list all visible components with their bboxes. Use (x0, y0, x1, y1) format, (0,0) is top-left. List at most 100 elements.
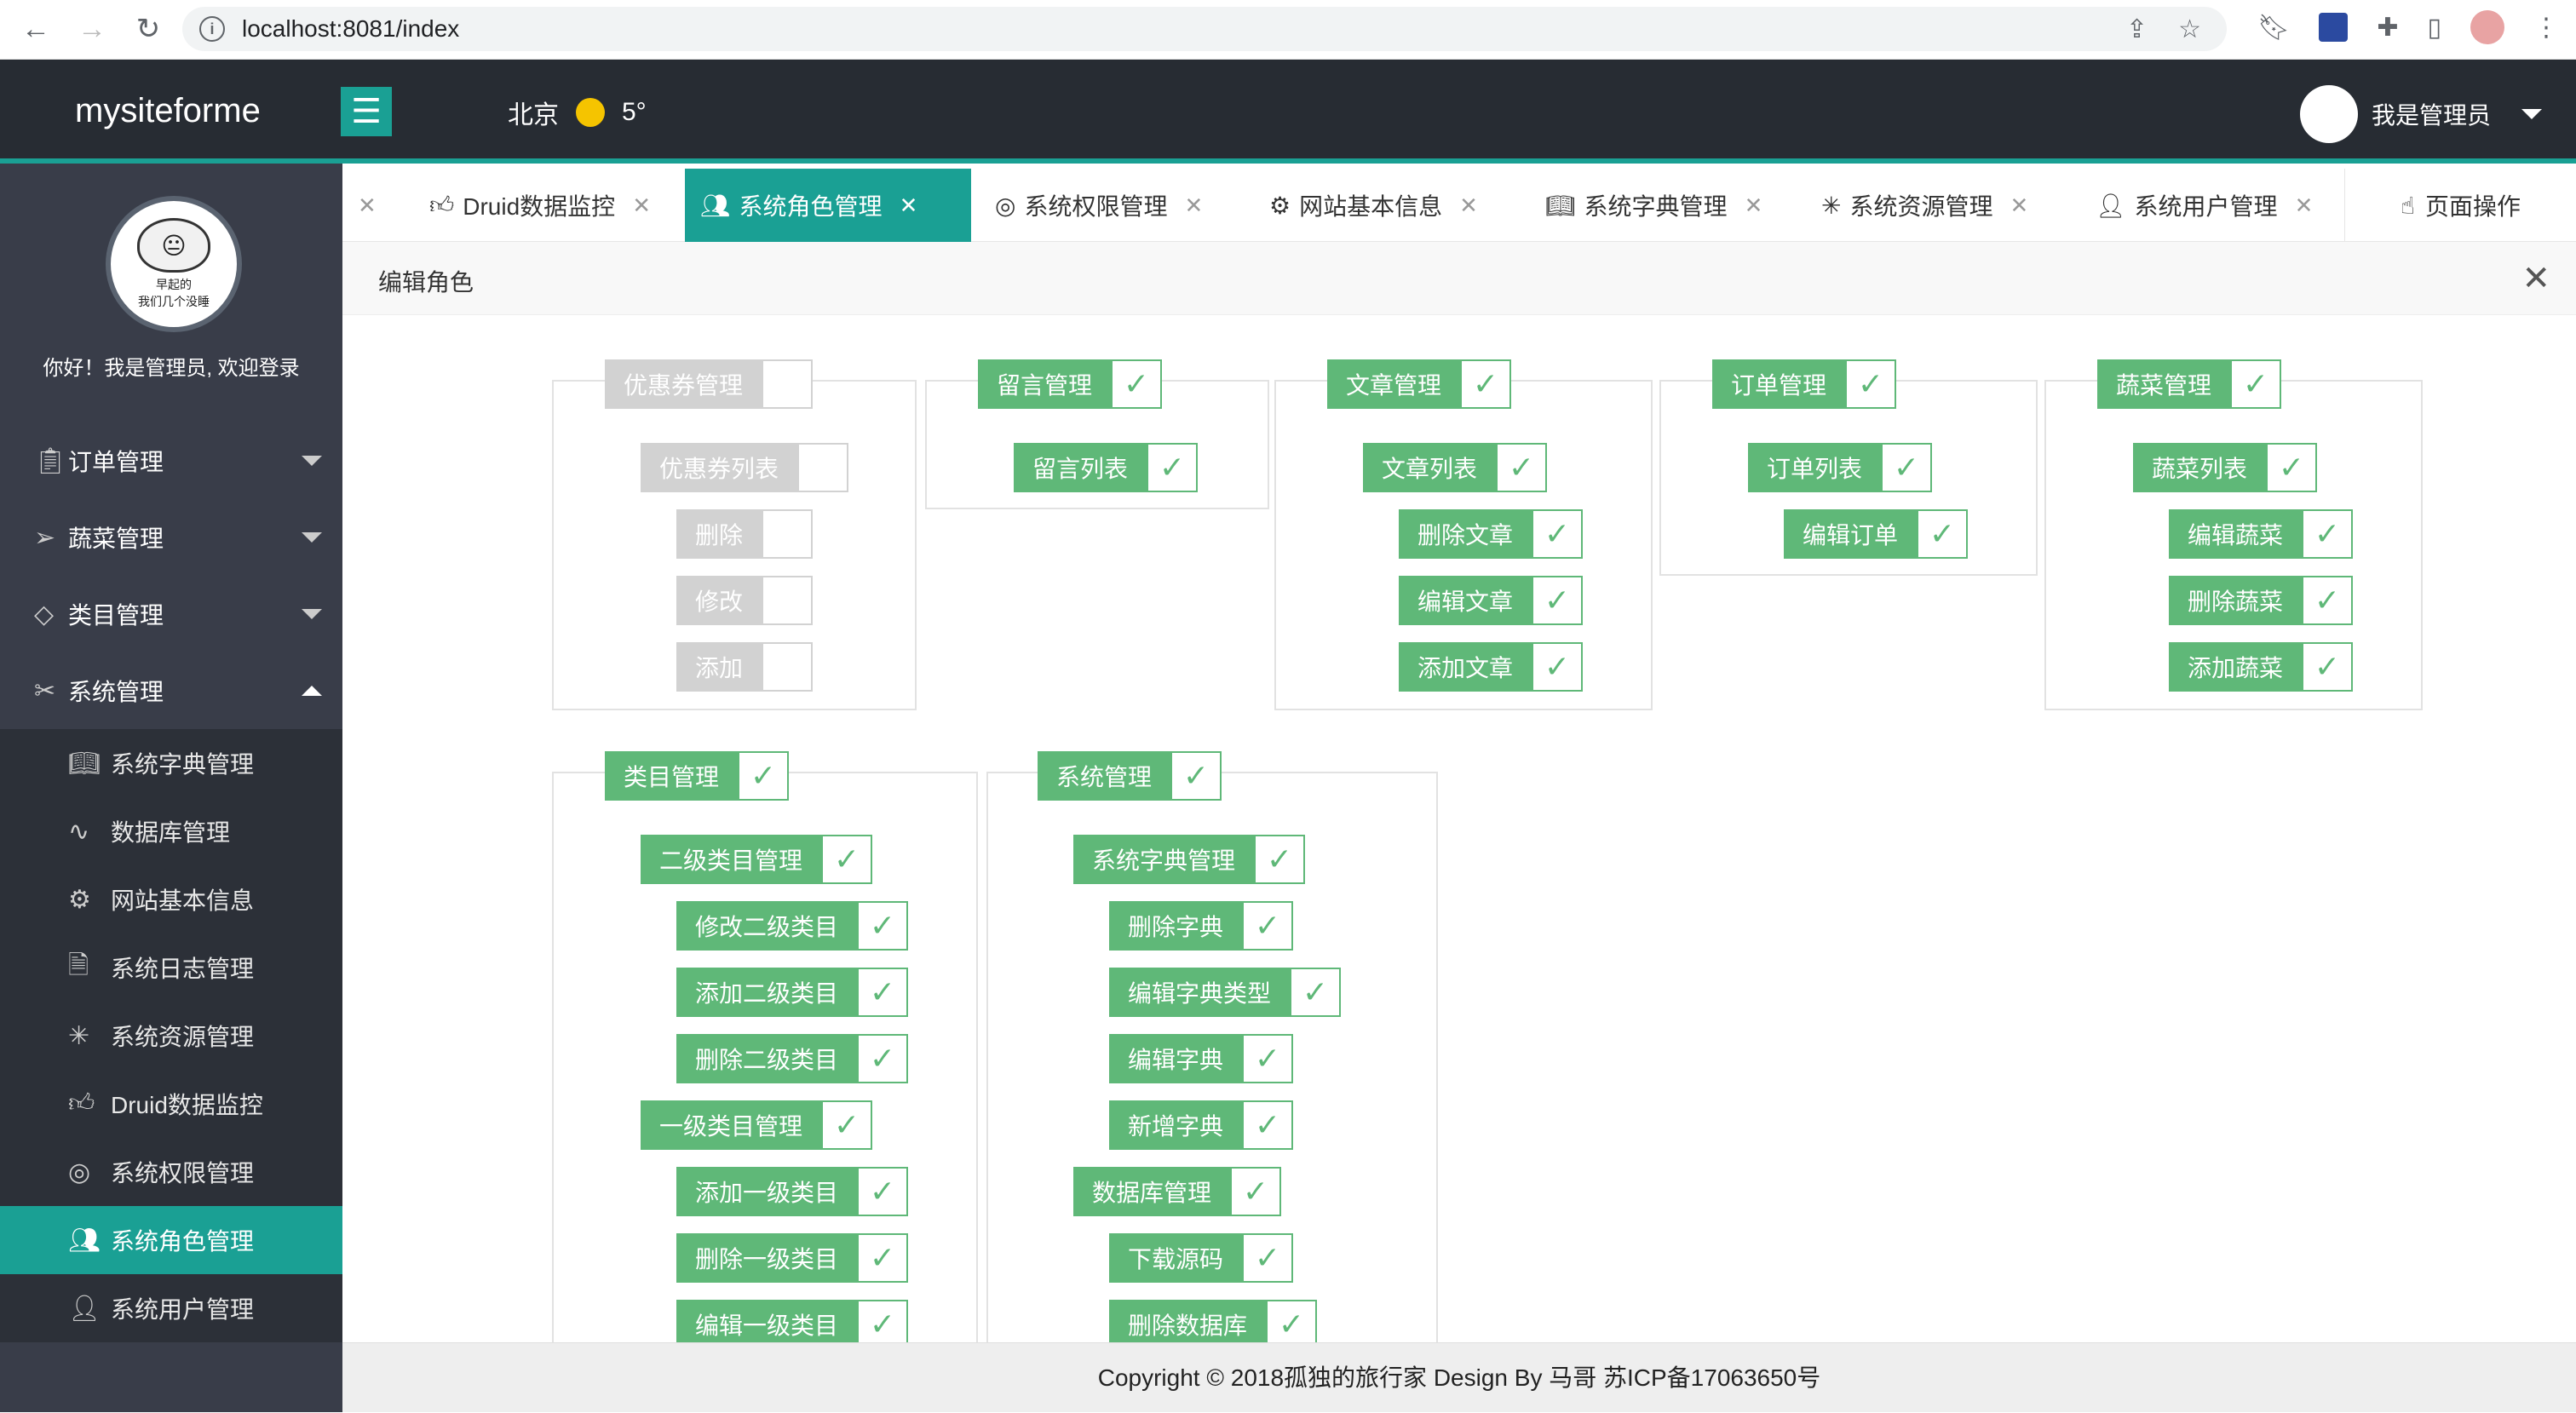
sidebar-item-database[interactable]: ∿ 数据库管理 (0, 797, 342, 865)
checkbox-box[interactable]: ✓ (857, 1233, 909, 1283)
checkbox-box[interactable]: ✓ (857, 1300, 909, 1342)
checkbox-article-delete[interactable]: 删除文章 ✓ (1399, 509, 1584, 559)
close-icon[interactable]: ✕ (358, 192, 377, 219)
bookmark-icon[interactable]: 🔖︎ (2257, 13, 2290, 43)
tab-dictionary[interactable]: 📖︎ 系统字典管理 ✕ (1530, 169, 1778, 242)
sidebar-item-dictionary[interactable]: 📖︎ 系统字典管理 (0, 729, 342, 797)
close-icon[interactable]: ✕ (1459, 192, 1478, 219)
checkbox-box[interactable]: ✓ (762, 509, 814, 559)
checkbox-dict-manage[interactable]: 系统字典管理 ✓ (1073, 835, 1306, 884)
checkbox-coupon-add[interactable]: 添加✓ (676, 642, 814, 692)
checkbox-coupon-delete[interactable]: 删除✓ (676, 509, 814, 559)
sidebar-item-users[interactable]: 👤︎ 系统用户管理 (0, 1274, 342, 1342)
checkbox-box[interactable]: ✓ (1532, 576, 1584, 625)
checkbox-box[interactable]: ✓ (762, 642, 814, 692)
checkbox-box[interactable]: ✓ (1242, 1100, 1294, 1150)
checkbox-box[interactable]: ✓ (1532, 509, 1584, 559)
checkbox-box[interactable]: ✓ (2302, 509, 2354, 559)
checkbox-box[interactable]: ✓ (857, 901, 909, 951)
checkbox-box[interactable]: ✓ (2302, 576, 2354, 625)
checkbox-box[interactable]: ✓ (797, 443, 849, 492)
checkbox-l2-category-edit[interactable]: 修改二级类目 ✓ (676, 901, 909, 951)
profile-avatar[interactable] (2470, 10, 2504, 44)
checkbox-order-manage[interactable]: 订单管理 ✓ (1712, 359, 1897, 409)
sidebar-item-resources[interactable]: ✳ 系统资源管理 (0, 1002, 342, 1070)
checkbox-box[interactable]: ✓ (1147, 443, 1199, 492)
checkbox-box[interactable]: ✓ (1881, 443, 1933, 492)
checkbox-dict-type-edit[interactable]: 编辑字典类型 ✓ (1109, 968, 1342, 1017)
checkbox-l1-category-manage[interactable]: 一级类目管理 ✓ (641, 1100, 873, 1150)
sidebar-item-roles[interactable]: 👥︎ 系统角色管理 (0, 1206, 342, 1274)
sidebar-item-permissions[interactable]: ◎ 系统权限管理 (0, 1138, 342, 1206)
checkbox-l2-category-add[interactable]: 添加二级类目 ✓ (676, 968, 909, 1017)
checkbox-box[interactable]: ✓ (857, 1167, 909, 1216)
sidebar-item-system[interactable]: ✂ 系统管理 (0, 652, 342, 729)
close-icon[interactable]: ✕ (2521, 259, 2550, 298)
back-icon[interactable]: ← (12, 5, 60, 53)
checkbox-article-add[interactable]: 添加文章 ✓ (1399, 642, 1584, 692)
checkbox-box[interactable]: ✓ (1242, 1233, 1294, 1283)
checkbox-category-manage[interactable]: 类目管理 ✓ (605, 751, 790, 801)
checkbox-box[interactable]: ✓ (1532, 642, 1584, 692)
checkbox-box[interactable]: ✓ (1170, 751, 1222, 801)
checkbox-box[interactable]: ✓ (1254, 835, 1306, 884)
close-icon[interactable]: ✕ (2295, 192, 2314, 219)
checkbox-box[interactable]: ✓ (1230, 1167, 1282, 1216)
checkbox-box[interactable]: ✓ (1845, 359, 1897, 409)
checkbox-box[interactable]: ✓ (1111, 359, 1163, 409)
sidebar-item-druid[interactable]: 👍︎ Druid数据监控 (0, 1070, 342, 1138)
checkbox-dict-add[interactable]: 新增字典 ✓ (1109, 1100, 1294, 1150)
checkbox-box[interactable]: ✓ (1290, 968, 1342, 1017)
tab-roles[interactable]: 👥︎ 系统角色管理 ✕ (685, 169, 971, 242)
sidepanel-icon[interactable]: ▯ (2427, 13, 2441, 43)
page-operations-button[interactable]: ☝ 页面操作 (2344, 169, 2576, 242)
checkbox-coupon-manage[interactable]: 优惠券管理✓ (605, 359, 814, 409)
checkbox-box[interactable]: ✓ (738, 751, 790, 801)
checkbox-article-list[interactable]: 文章列表 ✓ (1363, 443, 1548, 492)
checkbox-coupon-edit[interactable]: 修改✓ (676, 576, 814, 625)
share-icon[interactable]: ⇪ (2126, 14, 2148, 44)
checkbox-box[interactable]: ✓ (821, 835, 873, 884)
tab-resources[interactable]: ✳ 系统资源管理 ✕ (1806, 169, 2044, 242)
checkbox-box[interactable]: ✓ (1917, 509, 1969, 559)
checkbox-l1-category-delete[interactable]: 删除一级类目 ✓ (676, 1233, 909, 1283)
checkbox-veg-manage[interactable]: 蔬菜管理 ✓ (2097, 359, 2282, 409)
info-icon[interactable]: i (199, 16, 225, 42)
tab-druid[interactable]: 👍︎ Druid数据监控 ✕ (414, 169, 666, 242)
checkbox-box[interactable]: ✓ (857, 1034, 909, 1083)
checkbox-download-source[interactable]: 下载源码 ✓ (1109, 1233, 1294, 1283)
checkbox-l1-category-add[interactable]: 添加一级类目 ✓ (676, 1167, 909, 1216)
checkbox-order-edit[interactable]: 编辑订单 ✓ (1784, 509, 1969, 559)
checkbox-l2-category-manage[interactable]: 二级类目管理 ✓ (641, 835, 873, 884)
checkbox-article-edit[interactable]: 编辑文章 ✓ (1399, 576, 1584, 625)
close-icon[interactable]: ✕ (900, 192, 918, 219)
checkbox-box[interactable]: ✓ (1242, 901, 1294, 951)
checkbox-box[interactable]: ✓ (1460, 359, 1512, 409)
checkbox-box[interactable]: ✓ (821, 1100, 873, 1150)
admin-menu[interactable]: 😐 我是管理员 (2299, 85, 2542, 143)
tab-users[interactable]: 👤︎ 系统用户管理 ✕ (2080, 169, 2328, 242)
close-icon[interactable]: ✕ (632, 192, 651, 219)
puzzle-icon[interactable]: ✚ (2377, 13, 2398, 43)
checkbox-coupon-list[interactable]: 优惠券列表✓ (641, 443, 849, 492)
checkbox-veg-edit[interactable]: 编辑蔬菜 ✓ (2169, 509, 2354, 559)
checkbox-article-manage[interactable]: 文章管理 ✓ (1327, 359, 1512, 409)
checkbox-box[interactable]: ✓ (1266, 1300, 1318, 1342)
sidebar-item-vegetables[interactable]: ➢ 蔬菜管理 (0, 499, 342, 576)
checkbox-box[interactable]: ✓ (2266, 443, 2318, 492)
checkbox-veg-add[interactable]: 添加蔬菜 ✓ (2169, 642, 2354, 692)
checkbox-box[interactable]: ✓ (2230, 359, 2282, 409)
checkbox-box[interactable]: ✓ (1242, 1034, 1294, 1083)
checkbox-veg-delete[interactable]: 删除蔬菜 ✓ (2169, 576, 2354, 625)
checkbox-system-manage[interactable]: 系统管理 ✓ (1038, 751, 1222, 801)
close-icon[interactable]: ✕ (2010, 192, 2028, 219)
checkbox-box[interactable]: ✓ (762, 359, 814, 409)
checkbox-db-delete[interactable]: 删除数据库 ✓ (1109, 1300, 1318, 1342)
menu-toggle-button[interactable]: ☰ (341, 87, 392, 136)
close-icon[interactable]: ✕ (1184, 192, 1203, 219)
logo[interactable]: mysiteforme (75, 92, 261, 130)
tab-permissions[interactable]: ◎ 系统权限管理 ✕ (980, 169, 1218, 242)
checkbox-box[interactable]: ✓ (857, 968, 909, 1017)
sidebar-item-site-info[interactable]: ⚙ 网站基本信息 (0, 865, 342, 933)
tab-site-info[interactable]: ⚙ 网站基本信息 ✕ (1254, 169, 1493, 242)
